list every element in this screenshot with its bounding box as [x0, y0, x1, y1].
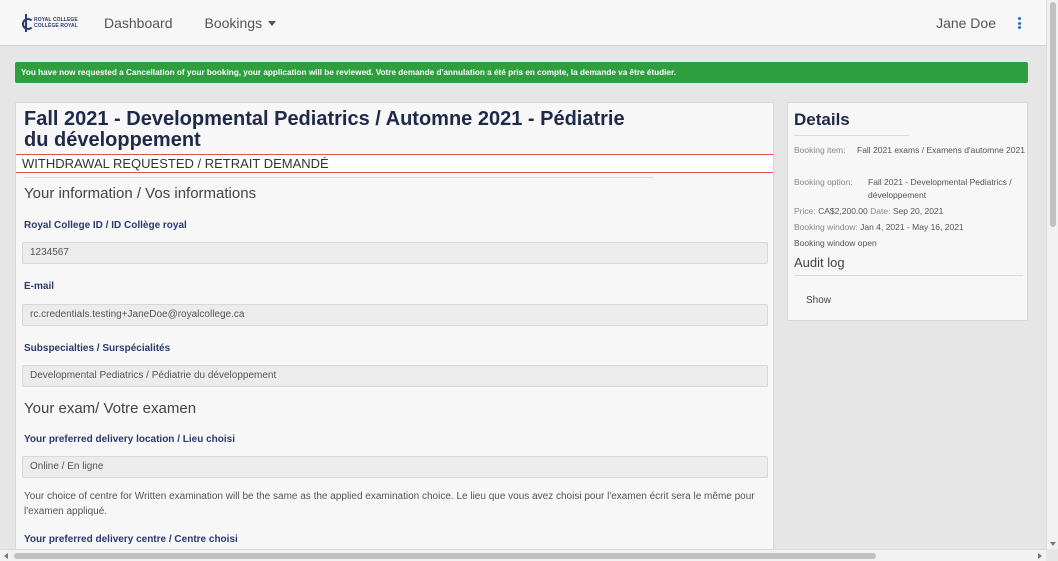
- vertical-scrollbar[interactable]: [1046, 0, 1058, 549]
- nav-bookings-dropdown[interactable]: Bookings: [205, 15, 277, 31]
- details-card: Details Booking item: Fall 2021 exams / …: [787, 102, 1028, 321]
- price-key: Price:: [794, 206, 816, 216]
- horizontal-scroll-thumb[interactable]: [14, 553, 876, 559]
- centre-label: Your preferred delivery centre / Centre …: [24, 534, 238, 545]
- nav-bookings-label: Bookings: [204, 14, 263, 31]
- scrollbar-corner: [1046, 549, 1058, 561]
- royal-college-logo[interactable]: ROYAL COLLEGE COLLÈGE ROYAL: [22, 12, 82, 34]
- status-badge: WITHDRAWAL REQUESTED / RETRAIT DEMANDÉ: [16, 154, 773, 173]
- location-label: Your preferred delivery location / Lieu …: [24, 434, 235, 445]
- scroll-down-arrow-icon[interactable]: [1050, 542, 1056, 546]
- booking-option-value: Fall 2021 - Developmental Pediatrics / d…: [868, 177, 1012, 200]
- window-value: Jan 4, 2021 - May 16, 2021: [860, 222, 964, 232]
- user-name[interactable]: Jane Doe: [936, 15, 996, 31]
- email-label: E-mail: [24, 281, 55, 292]
- centre-note: Your choice of centre for Written examin…: [24, 491, 755, 517]
- audit-log-title: Audit log: [794, 255, 845, 270]
- location-field[interactable]: Online / En ligne: [22, 456, 768, 478]
- info-section-heading: Your information / Vos informations: [24, 185, 257, 202]
- logo-line-2: COLLÈGE ROYAL: [34, 22, 78, 29]
- scroll-left-arrow-icon[interactable]: [4, 553, 8, 559]
- divider: [794, 135, 909, 136]
- more-menu-icon[interactable]: [1014, 15, 1024, 31]
- details-title: Details: [794, 110, 850, 129]
- scroll-right-arrow-icon[interactable]: [1038, 553, 1042, 559]
- booking-option-key: Booking option:: [794, 177, 853, 187]
- window-status: Booking window open: [794, 238, 877, 248]
- booking-item-key: Booking item:: [794, 145, 846, 155]
- horizontal-scrollbar[interactable]: [0, 549, 1046, 561]
- exam-section-heading: Your exam/ Votre examen: [24, 400, 197, 417]
- date-key: Date:: [870, 206, 891, 216]
- booking-item-value: Fall 2021 exams / Examens d'automne 2021: [857, 145, 1025, 155]
- divider: [794, 275, 1023, 276]
- booking-card: Fall 2021 - Developmental Pediatrics / A…: [15, 102, 774, 561]
- subspecialties-field[interactable]: Developmental Pediatrics / Pédiatrie du …: [22, 365, 768, 387]
- rc-id-label: Royal College ID / ID Collège royal: [24, 220, 187, 231]
- success-alert: You have now requested a Cancellation of…: [15, 62, 1028, 83]
- price-value: CA$2,200.00: [818, 206, 868, 216]
- rc-id-field[interactable]: 1234567: [22, 242, 768, 264]
- date-value: Sep 20, 2021: [892, 206, 944, 216]
- audit-log-show-button[interactable]: Show: [806, 295, 831, 306]
- nav-dashboard-link[interactable]: Dashboard: [104, 15, 173, 31]
- window-key: Booking window:: [794, 222, 858, 232]
- page-title: Fall 2021 - Developmental Pediatrics / A…: [24, 108, 625, 151]
- email-field[interactable]: rc.credentials.testing+JaneDoe@royalcoll…: [22, 304, 768, 326]
- top-navbar: ROYAL COLLEGE COLLÈGE ROYAL Dashboard Bo…: [0, 0, 1046, 46]
- divider: [24, 177, 654, 178]
- subspecialties-label: Subspecialties / Surspécialités: [24, 343, 171, 354]
- vertical-scroll-thumb[interactable]: [1050, 2, 1056, 227]
- logo-mark-icon: [22, 13, 34, 32]
- caret-down-icon: [268, 21, 277, 26]
